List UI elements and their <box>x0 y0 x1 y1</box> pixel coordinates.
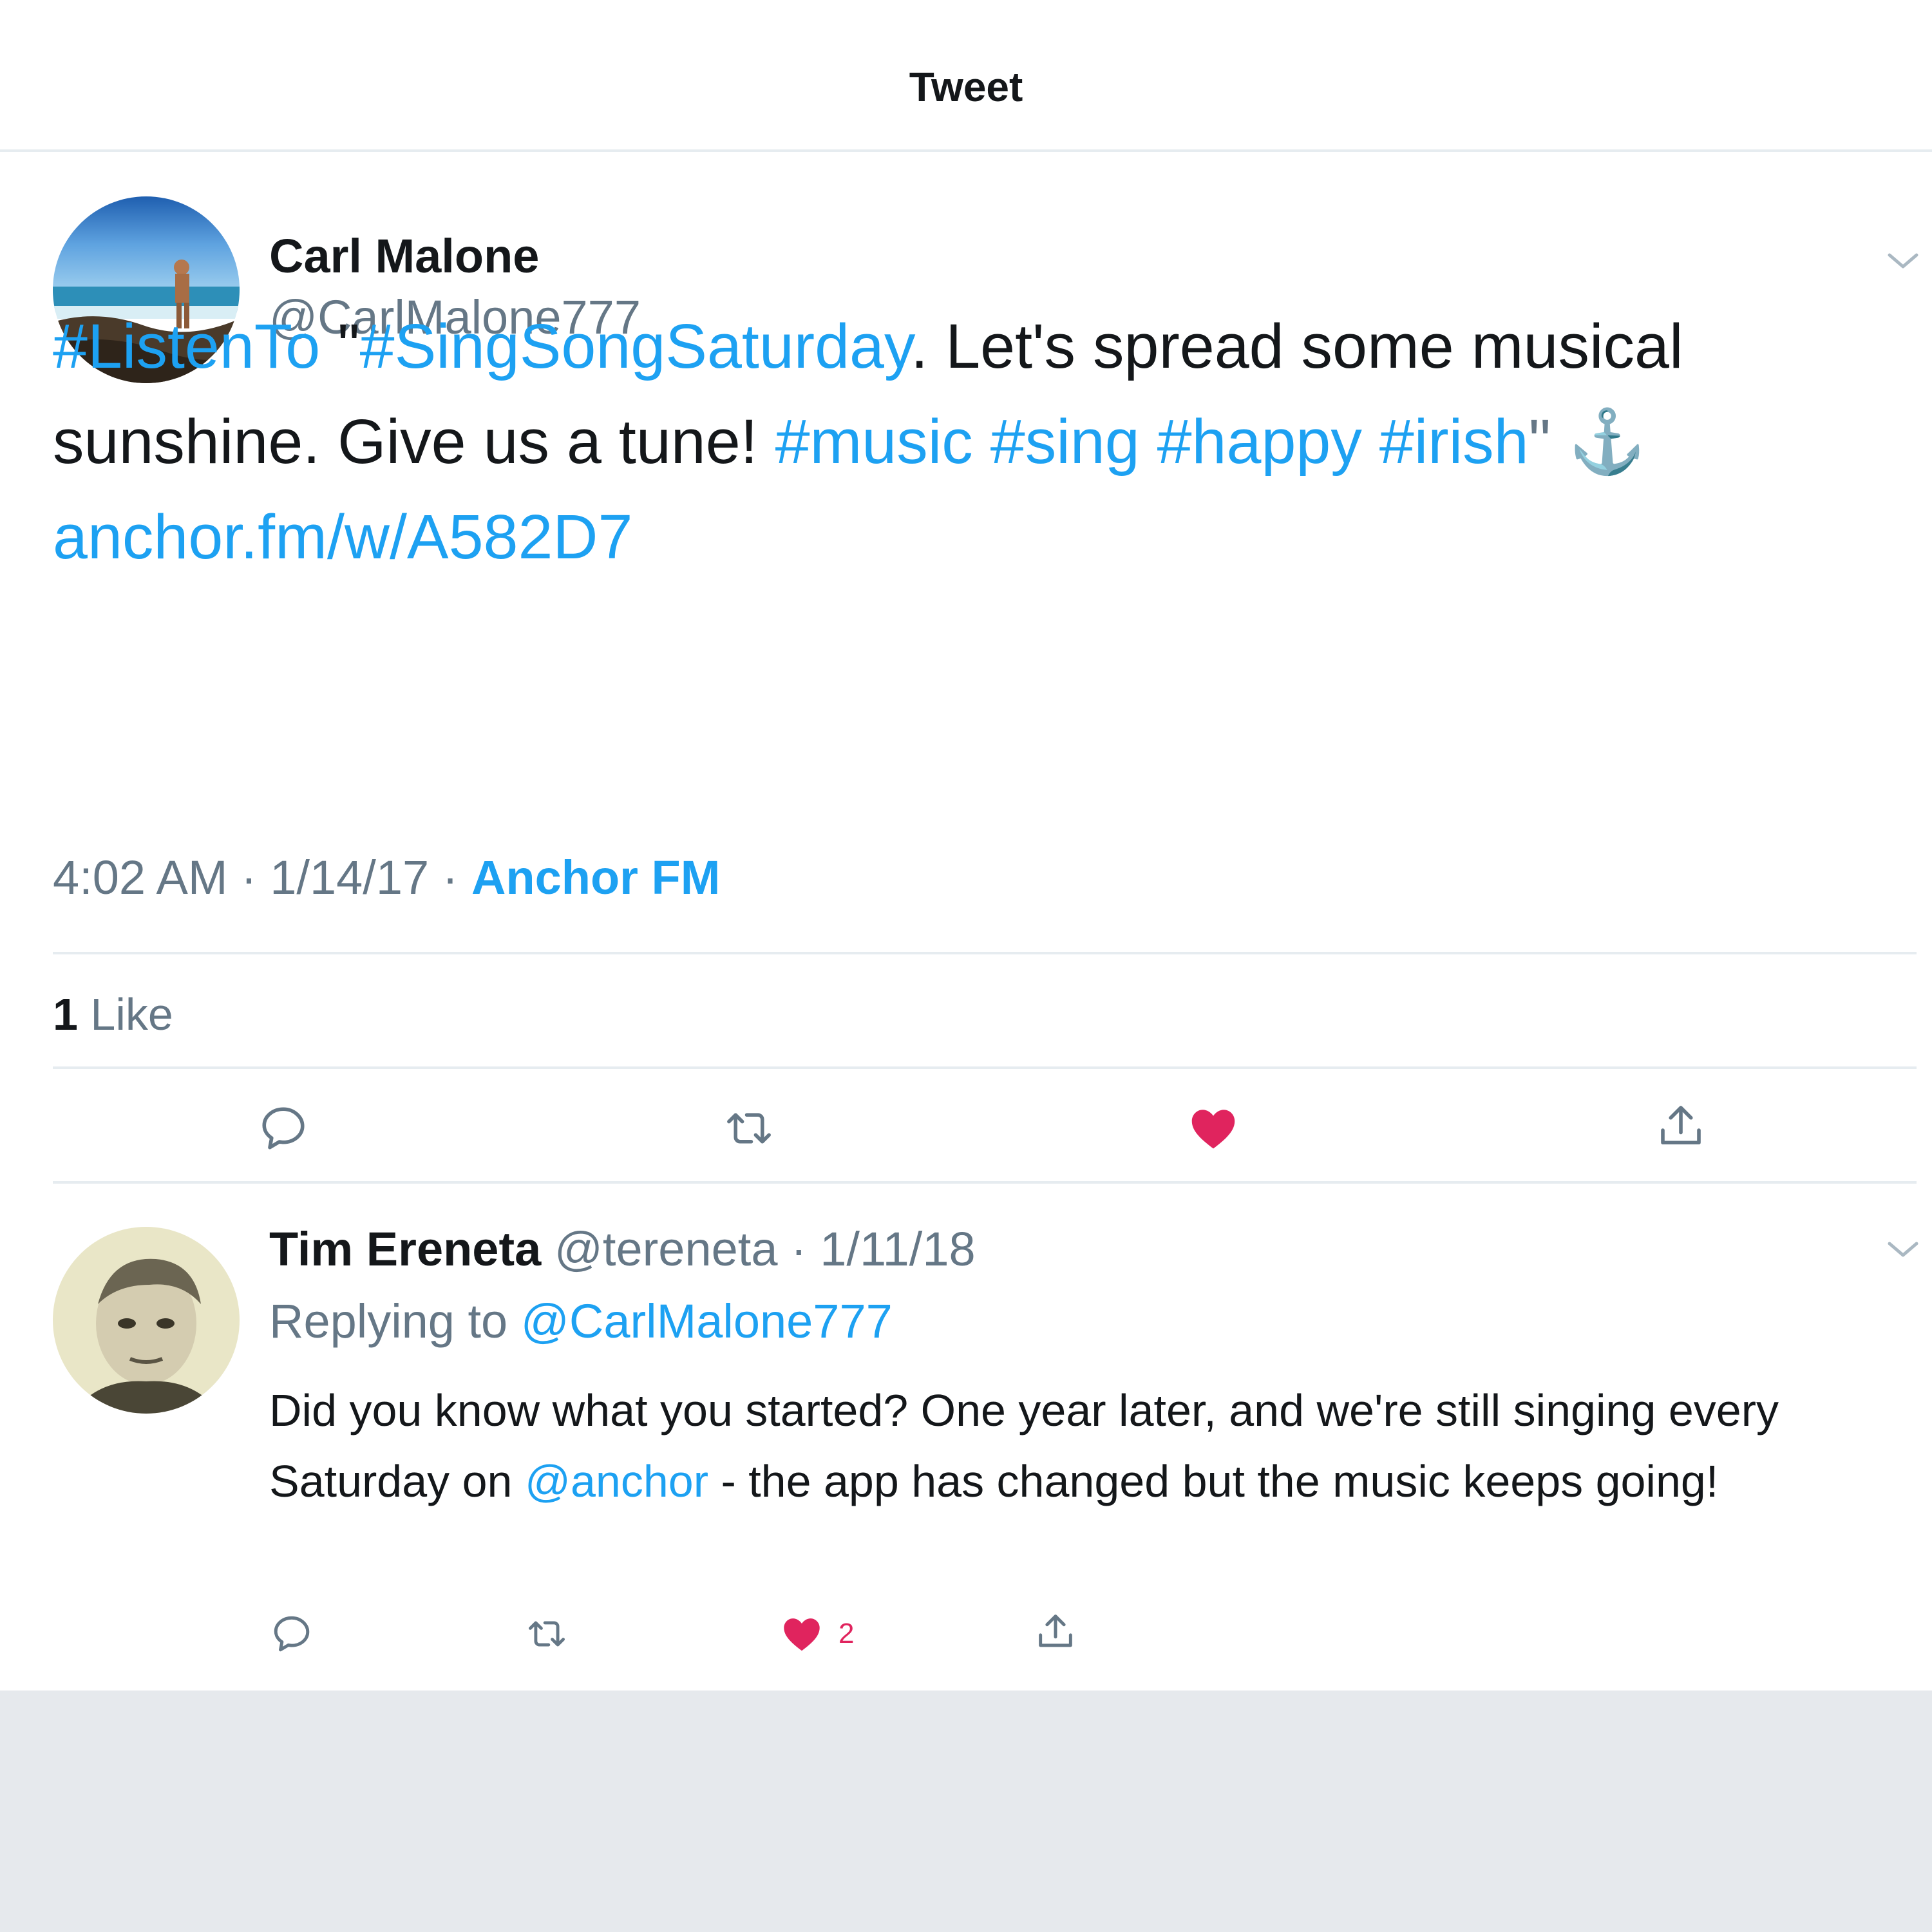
divider <box>53 952 1917 954</box>
meta-separator: · <box>777 1222 820 1276</box>
reply-icon <box>262 1107 305 1150</box>
replying-to: Replying to @CarlMalone777 <box>269 1293 893 1350</box>
tweet-meta: 4:02 AM · 1/14/17 · Anchor FM <box>53 849 720 907</box>
meta-separator: · <box>227 851 270 904</box>
hashtag-link[interactable]: #ListenTo <box>53 311 320 381</box>
share-icon <box>1661 1106 1701 1145</box>
meta-separator: · <box>429 851 471 904</box>
top-bar: Tweet <box>0 0 1932 152</box>
share-button[interactable] <box>1654 1099 1708 1153</box>
reply-author-handle[interactable]: @tereneta <box>541 1222 778 1276</box>
divider <box>53 1066 1917 1069</box>
reply-date[interactable]: 1/11/18 <box>820 1222 975 1276</box>
replying-label: Replying to <box>269 1294 521 1348</box>
reply-like-button[interactable]: 2 <box>779 1611 854 1656</box>
author-name[interactable]: Carl Malone <box>269 227 539 285</box>
divider <box>53 1181 1917 1184</box>
tweet-date[interactable]: 1/14/17 <box>270 851 429 904</box>
page-title: Tweet <box>909 64 1023 110</box>
reply-icon <box>274 1616 310 1652</box>
empty-background-area <box>0 1690 1932 1932</box>
reply-like-count: 2 <box>838 1618 855 1649</box>
tweet-text-segment: " <box>320 311 360 381</box>
mention-link[interactable]: @anchor <box>525 1456 708 1506</box>
tweet-text: #ListenTo "#SingSongSaturday. Let's spre… <box>53 299 1895 585</box>
likes-number: 1 <box>53 989 78 1039</box>
retweet-icon <box>528 1621 565 1647</box>
like-button[interactable] <box>1186 1101 1240 1155</box>
likes-count[interactable]: 1 Like <box>53 985 173 1043</box>
retweet-button[interactable] <box>720 1101 778 1155</box>
hashtag-link[interactable]: #SingSongSaturday <box>360 311 911 381</box>
chevron-down-icon[interactable] <box>1887 251 1919 270</box>
hashtag-links[interactable]: #music #sing #happy #irish <box>775 406 1529 477</box>
reply-share-button[interactable] <box>1033 1609 1078 1654</box>
reply-author-name[interactable]: Tim Ereneta <box>269 1222 541 1276</box>
reply-text: Did you know what you started? One year … <box>269 1375 1905 1517</box>
reply-retweet-button[interactable] <box>523 1611 571 1656</box>
chevron-down-icon[interactable] <box>1887 1240 1919 1259</box>
replying-handle-link[interactable]: @CarlMalone777 <box>521 1294 893 1348</box>
portrait-avatar <box>53 1227 240 1414</box>
retweet-icon <box>727 1113 771 1144</box>
heart-icon <box>1191 1110 1235 1149</box>
reply-button[interactable] <box>256 1101 310 1155</box>
heart-icon <box>784 1618 820 1651</box>
tweet-source-link[interactable]: Anchor FM <box>471 851 720 904</box>
reply-reply-button[interactable] <box>269 1611 314 1656</box>
tweet-text-segment: " ⚓ <box>1528 406 1646 477</box>
reply-header: Tim Ereneta @tereneta · 1/11/18 <box>269 1220 976 1278</box>
reply-text-segment: - the app has changed but the music keep… <box>708 1456 1719 1506</box>
share-icon <box>1039 1615 1072 1647</box>
tweet-time[interactable]: 4:02 AM <box>53 851 228 904</box>
reply-author-avatar[interactable] <box>53 1227 240 1414</box>
likes-label: Like <box>77 989 173 1039</box>
url-link[interactable]: anchor.fm/w/A582D7 <box>53 502 632 572</box>
